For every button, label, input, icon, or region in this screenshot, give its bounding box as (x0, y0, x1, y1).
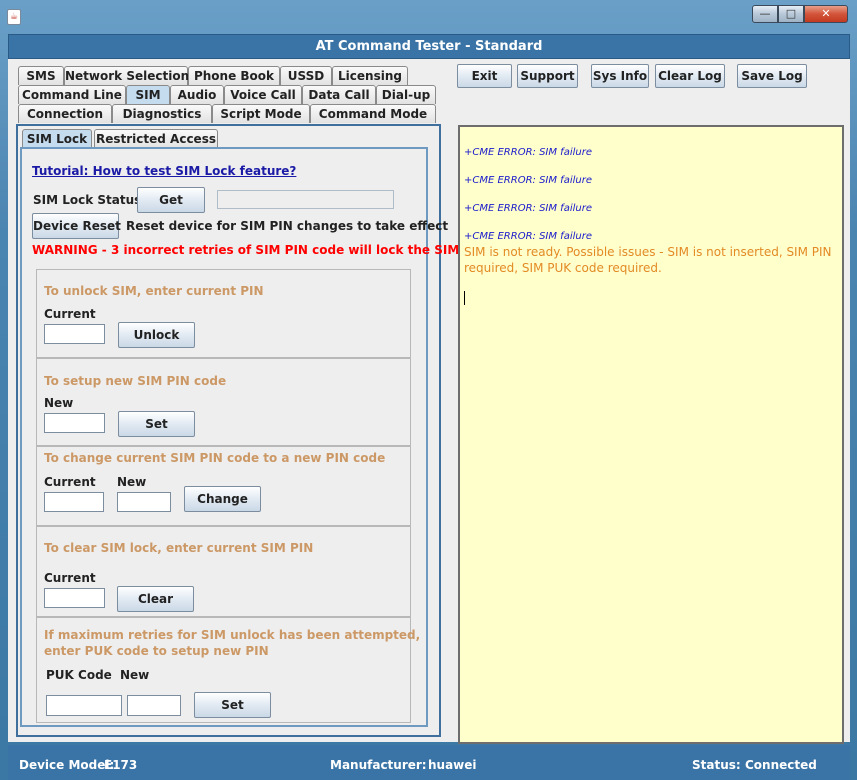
tab-command-mode[interactable]: Command Mode (310, 104, 436, 123)
tab-dial-up[interactable]: Dial-up (376, 85, 436, 104)
unlock-button[interactable]: Unlock (118, 322, 195, 348)
change-button[interactable]: Change (184, 486, 261, 512)
window-titlebar[interactable] (0, 0, 857, 32)
tab-command-line[interactable]: Command Line (18, 85, 126, 104)
clear-current-label: Current (44, 571, 96, 585)
sim-warning: WARNING - 3 incorrect retries of SIM PIN… (32, 243, 460, 257)
tab-phone-book[interactable]: Phone Book (188, 66, 280, 85)
clear-log-button[interactable]: Clear Log (655, 64, 725, 88)
tab-sim[interactable]: SIM (126, 85, 170, 104)
status-bar: Device Model: E173 Manufacturer: huawei … (8, 745, 850, 780)
puk-code-input[interactable] (46, 695, 122, 716)
tab-licensing[interactable]: Licensing (332, 66, 408, 85)
unlock-current-input[interactable] (44, 324, 105, 344)
puk-set-button[interactable]: Set (194, 692, 271, 718)
setup-pin-title: To setup new SIM PIN code (44, 374, 227, 388)
puk-new-pin-input[interactable] (127, 695, 181, 716)
sys-info-button[interactable]: Sys Info (591, 64, 649, 88)
device-model-label: Device Model: (19, 758, 115, 772)
change-pin-title: To change current SIM PIN code to a new … (44, 451, 386, 465)
subtab-restricted-access[interactable]: Restricted Access (94, 129, 218, 148)
subtab-sim-lock[interactable]: SIM Lock (22, 129, 92, 148)
tab-voice-call[interactable]: Voice Call (224, 85, 302, 104)
log-error-line: +CME ERROR: SIM failure (464, 231, 592, 242)
change-new-label: New (117, 475, 147, 489)
device-model-value: E173 (104, 758, 138, 772)
log-output[interactable]: +CME ERROR: SIM failure +CME ERROR: SIM … (458, 125, 844, 744)
log-message-line2: required, SIM PUK code required. (464, 261, 662, 275)
clear-lock-title: To clear SIM lock, enter current SIM PIN (44, 541, 314, 555)
change-current-label: Current (44, 475, 96, 489)
puk-new-label: New (120, 668, 150, 682)
tab-diagnostics[interactable]: Diagnostics (112, 104, 212, 123)
clear-button[interactable]: Clear (117, 586, 194, 612)
support-button[interactable]: Support (517, 64, 578, 88)
log-error-line: +CME ERROR: SIM failure (464, 175, 592, 186)
tab-sms[interactable]: SMS (18, 66, 64, 85)
unlock-title: To unlock SIM, enter current PIN (44, 284, 264, 298)
log-message: SIM is not ready. Possible issues - SIM … (464, 244, 834, 276)
puk-title-line1: If maximum retries for SIM unlock has be… (44, 628, 421, 642)
sim-lock-status-field (217, 190, 394, 209)
tab-script-mode[interactable]: Script Mode (212, 104, 310, 123)
app-title: AT Command Tester - Standard (8, 34, 850, 59)
tab-audio[interactable]: Audio (170, 85, 224, 104)
tab-data-call[interactable]: Data Call (302, 85, 376, 104)
setup-new-label: New (44, 396, 74, 410)
maximize-button[interactable]: □ (778, 5, 804, 23)
manufacturer-label: Manufacturer: (330, 758, 427, 772)
exit-button[interactable]: Exit (457, 64, 512, 88)
status-value: Connected (745, 758, 817, 772)
reset-note: Reset device for SIM PIN changes to take… (126, 219, 449, 233)
log-error-line: +CME ERROR: SIM failure (464, 147, 592, 158)
tab-ussd[interactable]: USSD (280, 66, 332, 85)
puk-title-line2: enter PUK code to setup new PIN (44, 644, 269, 658)
log-error-line: +CME ERROR: SIM failure (464, 203, 592, 214)
tab-connection[interactable]: Connection (18, 104, 112, 123)
puk-code-label: PUK Code (46, 668, 112, 682)
tab-network-selection[interactable]: Network Selection (64, 66, 189, 85)
java-cup-icon[interactable]: ☕ (7, 9, 21, 25)
log-message-line1: SIM is not ready. Possible issues - SIM … (464, 245, 832, 259)
save-log-button[interactable]: Save Log (737, 64, 807, 88)
device-reset-button[interactable]: Device Reset (32, 213, 121, 239)
tutorial-link[interactable]: Tutorial: How to test SIM Lock feature? (32, 164, 296, 178)
clear-current-pin-input[interactable] (44, 588, 105, 608)
setup-set-button[interactable]: Set (118, 411, 195, 437)
setup-new-pin-input[interactable] (44, 413, 105, 433)
text-cursor (464, 291, 465, 305)
change-new-pin-input[interactable] (117, 492, 171, 512)
change-current-pin-input[interactable] (44, 492, 104, 512)
get-status-button[interactable]: Get (137, 187, 205, 213)
manufacturer-value: huawei (428, 758, 477, 772)
close-button[interactable]: ✕ (804, 5, 848, 23)
sim-lock-status-label: SIM Lock Status (33, 193, 142, 207)
status-label: Status: (692, 758, 741, 772)
unlock-current-label: Current (44, 307, 96, 321)
minimize-button[interactable]: — (752, 5, 778, 23)
